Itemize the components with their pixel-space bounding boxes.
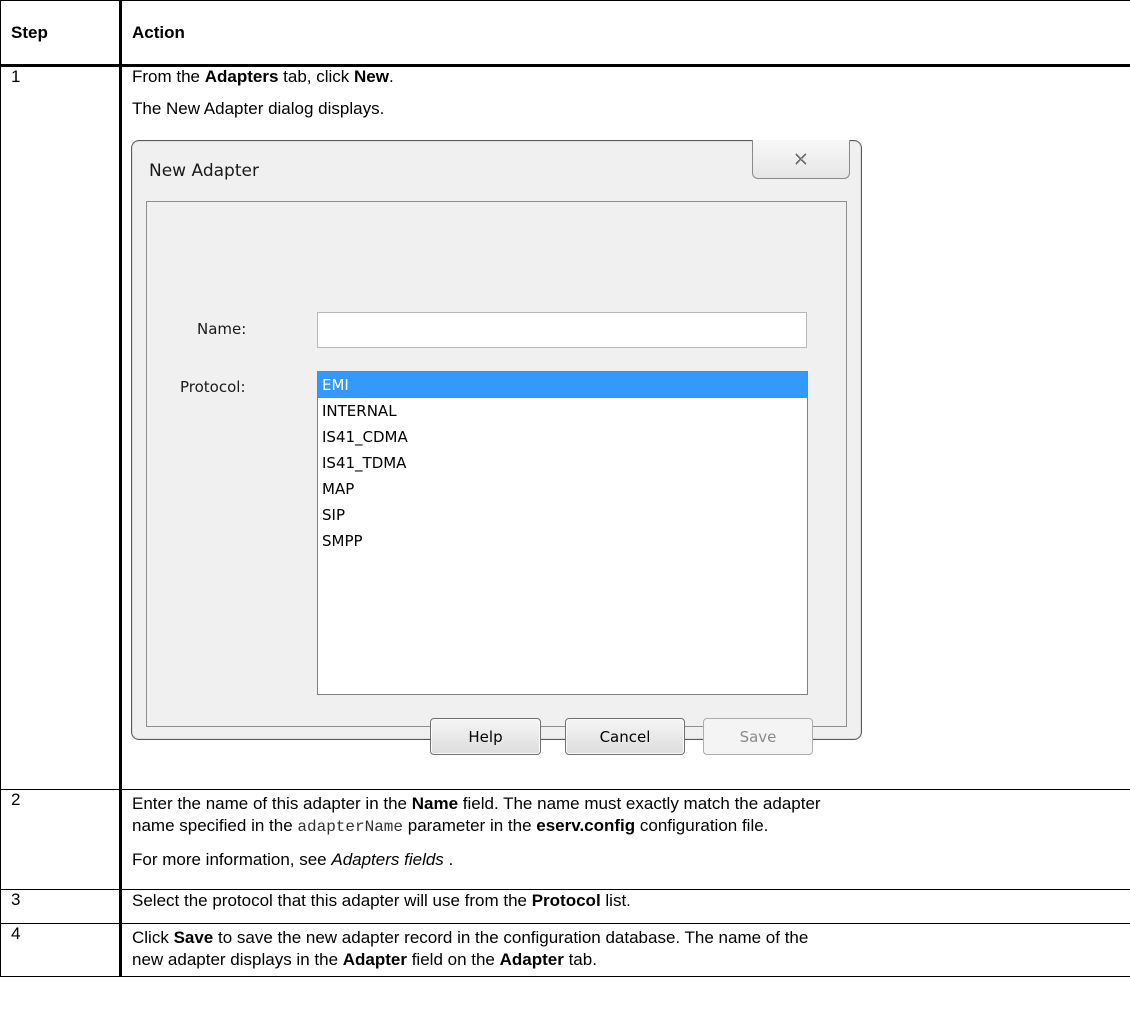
step-number: 2 (0, 789, 122, 890)
close-button[interactable] (752, 140, 850, 179)
table-row: 4 Click Save to save the new adapter rec… (0, 923, 1130, 977)
action-text: Enter the name of this adapter in the Na… (132, 794, 821, 813)
table-row: 3 Select the protocol that this adapter … (0, 889, 1130, 924)
step-number: 1 (0, 65, 122, 790)
name-input[interactable] (317, 312, 807, 348)
action-cell: Select the protocol that this adapter wi… (120, 889, 1130, 924)
protocol-list[interactable]: EMI INTERNAL IS41_CDMA IS41_TDMA MAP SIP… (317, 371, 808, 695)
protocol-option[interactable]: EMI (318, 372, 807, 398)
action-cell: Enter the name of this adapter in the Na… (120, 789, 1130, 890)
header-step: Step (0, 0, 122, 67)
header-action: Action (120, 0, 1130, 67)
dialog-content-frame: Name: Protocol: EMI INTERNAL IS41_CDMA I… (146, 201, 847, 727)
table-row: 2 Enter the name of this adapter in the … (0, 789, 1130, 890)
action-text: new adapter displays in the Adapter fiel… (132, 950, 597, 969)
protocol-label: Protocol: (180, 378, 246, 396)
action-text: From the Adapters tab, click New. (132, 67, 394, 86)
cancel-button[interactable]: Cancel (565, 718, 685, 755)
protocol-option[interactable]: IS41_CDMA (318, 424, 807, 450)
action-text: name specified in the adapterName parame… (132, 816, 769, 836)
name-label: Name: (197, 320, 247, 338)
action-cell: Click Save to save the new adapter recor… (120, 923, 1130, 977)
table-header-row: Step Action (0, 0, 1130, 67)
save-button[interactable]: Save (703, 718, 813, 755)
protocol-option[interactable]: SMPP (318, 528, 807, 554)
protocol-option[interactable]: INTERNAL (318, 398, 807, 424)
cross-reference-link[interactable]: Adapters fields (331, 850, 443, 869)
protocol-option[interactable]: IS41_TDMA (318, 450, 807, 476)
protocol-option[interactable]: MAP (318, 476, 807, 502)
close-icon (795, 153, 807, 165)
step-number: 4 (0, 923, 122, 977)
action-text: For more information, see Adapters field… (132, 850, 454, 869)
new-adapter-dialog: New Adapter Name: Protocol: EMI INTERNAL… (131, 140, 862, 755)
step-number: 3 (0, 889, 122, 924)
action-text: Select the protocol that this adapter wi… (132, 891, 631, 910)
protocol-option[interactable]: SIP (318, 502, 807, 528)
action-text: The New Adapter dialog displays. (132, 99, 385, 118)
help-button[interactable]: Help (430, 718, 541, 755)
action-text: Click Save to save the new adapter recor… (132, 928, 809, 947)
dialog-title: New Adapter (149, 161, 259, 181)
code-text: adapterName (297, 818, 404, 836)
